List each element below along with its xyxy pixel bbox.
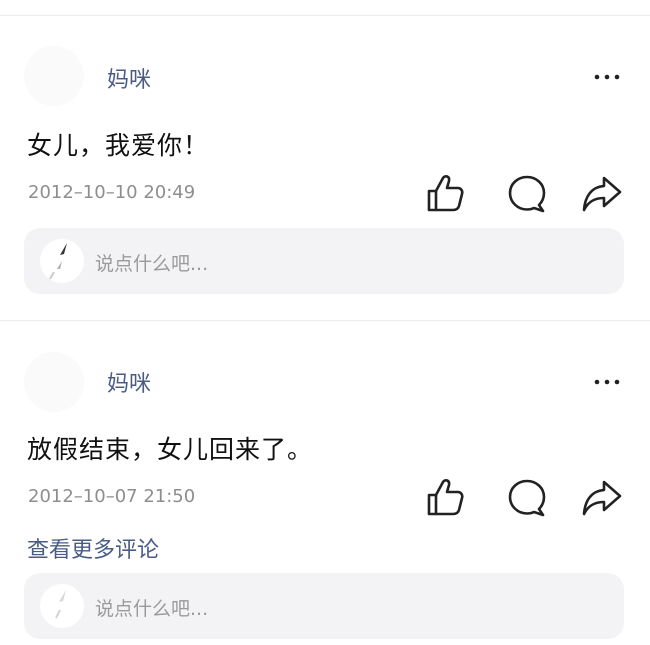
thumbs-up-icon[interactable] xyxy=(424,476,468,520)
more-dots-icon[interactable] xyxy=(592,377,622,387)
comment-input[interactable]: 说点什么吧... xyxy=(24,573,624,639)
thumbs-up-icon[interactable] xyxy=(424,172,468,216)
avatar[interactable] xyxy=(24,352,84,412)
post-content: 放假结束，女儿回来了。 xyxy=(27,435,314,464)
more-dots-icon[interactable] xyxy=(592,72,622,82)
my-avatar xyxy=(40,239,84,283)
comment-bubble-icon[interactable] xyxy=(505,476,549,520)
comment-placeholder: 说点什么吧... xyxy=(95,253,209,275)
my-avatar xyxy=(40,584,84,628)
comment-placeholder: 说点什么吧... xyxy=(95,598,209,620)
view-more-comments-link[interactable]: 查看更多评论 xyxy=(27,532,159,564)
post-content: 女儿，我爱你！ xyxy=(27,131,210,160)
top-divider xyxy=(0,15,650,16)
share-arrow-icon[interactable] xyxy=(580,476,624,520)
username[interactable]: 妈咪 xyxy=(107,62,151,94)
moments-feed: 妈咪 女儿，我爱你！ 2012–10–10 20:49 说点什么吧... 妈咪 … xyxy=(0,0,650,645)
avatar[interactable] xyxy=(24,46,84,106)
post-divider xyxy=(0,320,650,321)
share-arrow-icon[interactable] xyxy=(580,172,624,216)
post-timestamp: 2012–10–10 20:49 xyxy=(28,182,196,203)
username[interactable]: 妈咪 xyxy=(107,366,151,398)
comment-input[interactable]: 说点什么吧... xyxy=(24,228,624,294)
comment-bubble-icon[interactable] xyxy=(505,172,549,216)
post-timestamp: 2012–10–07 21:50 xyxy=(28,486,196,507)
